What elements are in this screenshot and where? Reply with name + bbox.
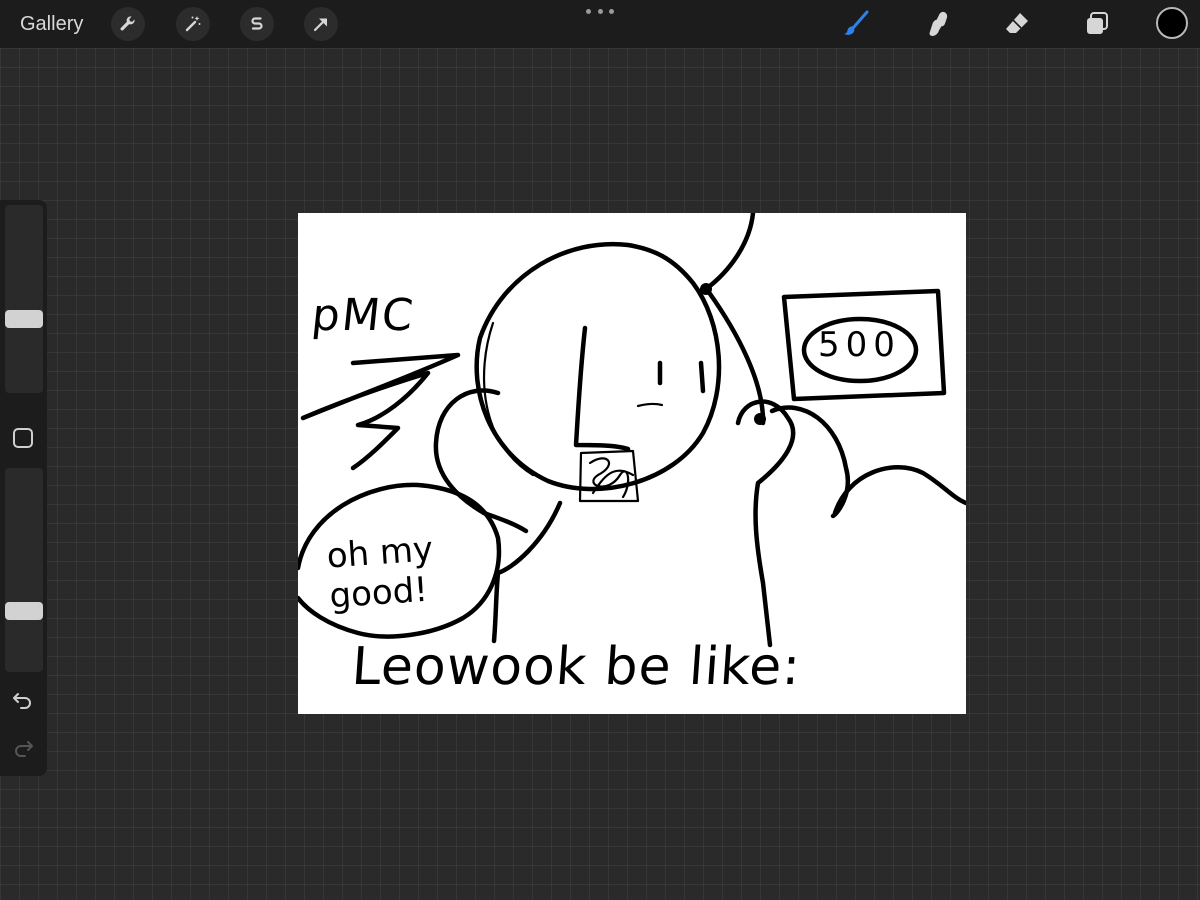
adjustments-wand-button[interactable] [176, 7, 210, 41]
sketch-earcup [754, 413, 766, 425]
eraser-tool-button[interactable] [999, 6, 1035, 42]
sketch-text-score: 500 [818, 325, 901, 365]
sketch-text-caption: Leowook be like: [349, 637, 803, 697]
brush-size-slider[interactable] [5, 205, 43, 393]
redo-icon [15, 741, 33, 757]
smudge-tool-button[interactable] [921, 6, 957, 42]
eraser-icon [1006, 13, 1028, 33]
smudge-icon [929, 11, 948, 37]
layers-button[interactable] [1079, 6, 1115, 42]
brush-size-thumb[interactable] [5, 310, 43, 328]
undo-button[interactable] [10, 688, 36, 712]
dot-icon [609, 8, 614, 14]
layers-icon [1087, 12, 1108, 34]
drawing-canvas[interactable]: pMC 500 oh my good! Leowook be like: [298, 213, 966, 714]
color-picker-swatch[interactable] [1156, 7, 1188, 39]
more-options-button[interactable] [586, 4, 614, 18]
undo-icon [13, 693, 31, 709]
left-sidebar [0, 200, 47, 776]
dot-icon [597, 8, 603, 14]
dot-icon [586, 8, 591, 14]
brush-tool-button[interactable] [838, 6, 874, 42]
gallery-button[interactable]: Gallery [20, 12, 83, 36]
transform-move-button[interactable] [304, 7, 338, 41]
redo-button[interactable] [10, 736, 36, 760]
selection-icon [251, 17, 263, 30]
sketch-text-pmc: pMC [309, 290, 418, 341]
actions-wrench-button[interactable] [111, 7, 145, 41]
move-arrow-icon [313, 18, 327, 32]
selection-button[interactable] [240, 7, 274, 41]
modify-square-icon[interactable] [13, 428, 33, 448]
brush-icon [844, 10, 869, 35]
sketch-text-speech: oh my good! [325, 529, 435, 617]
opacity-thumb[interactable] [5, 602, 43, 620]
opacity-slider[interactable] [5, 468, 43, 672]
top-toolbar: Gallery [0, 0, 1200, 48]
magic-wand-icon [185, 16, 201, 32]
wrench-icon [120, 16, 135, 31]
